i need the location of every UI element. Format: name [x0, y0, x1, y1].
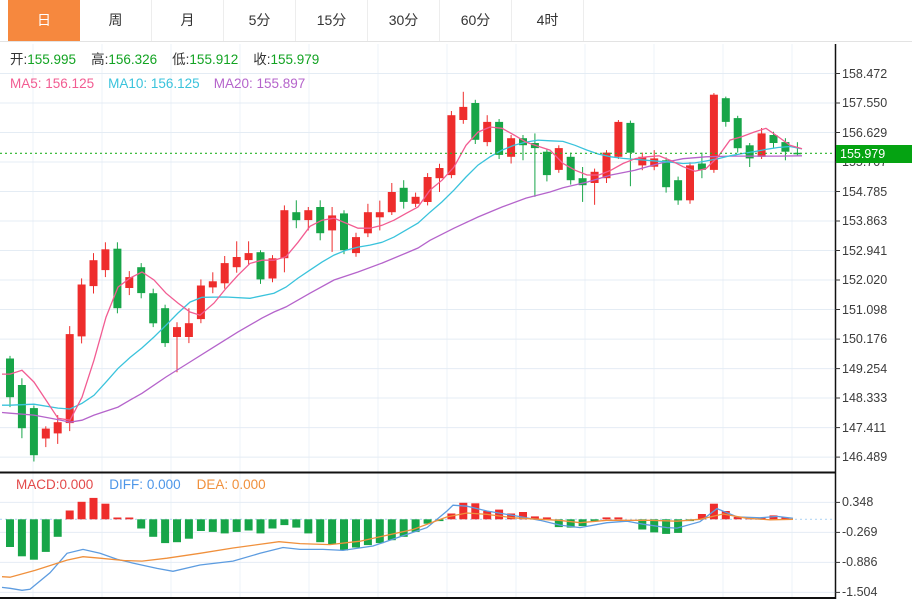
price-axis-label: 152.020 [842, 273, 888, 287]
price-axis-label: 151.098 [842, 302, 888, 317]
open-label: 开: [10, 52, 28, 67]
tab-5min[interactable]: 5分 [224, 0, 296, 41]
dea-value: 0.000 [231, 477, 266, 492]
low-value: 155.912 [189, 52, 239, 67]
macd-axis-label: -1.504 [842, 585, 878, 600]
close-label: 收: [253, 52, 271, 67]
macd-label: MACD: [16, 477, 60, 492]
price-axis-label: 157.550 [842, 96, 888, 110]
chart-stage: 开:155.995 高:156.326 低:155.912 收:155.979 … [0, 0, 912, 603]
ma20-value: 155.897 [256, 76, 306, 91]
ohlc-readout: 开:155.995 高:156.326 低:155.912 收:155.979 [10, 48, 319, 68]
price-axis-label: 156.629 [842, 125, 888, 140]
close-value: 155.979 [270, 52, 320, 67]
tab-15min[interactable]: 15分 [296, 0, 368, 41]
ma5-label: MA5: [10, 76, 42, 91]
high-label: 高: [91, 52, 109, 67]
tab-day[interactable]: 日 [8, 0, 80, 41]
ma10-value: 156.125 [150, 76, 200, 91]
low-label: 低: [172, 52, 190, 67]
tab-week[interactable]: 周 [80, 0, 152, 41]
ma20-label: MA20: [213, 76, 253, 91]
open-value: 155.995 [27, 52, 77, 67]
price-axis-label: 149.254 [842, 361, 888, 376]
ma10-label: MA10: [108, 76, 148, 91]
diff-value: 0.000 [146, 477, 181, 492]
tab-30min[interactable]: 30分 [368, 0, 440, 41]
price-axis-label: 152.941 [842, 243, 888, 258]
dea-label: DEA: [196, 477, 229, 492]
macd-axis-label: 0.348 [842, 495, 874, 510]
price-axis-label: 148.333 [842, 391, 888, 405]
price-axis-label: 158.472 [842, 66, 888, 81]
tab-60min[interactable]: 60分 [440, 0, 512, 41]
price-axis-label: 153.863 [842, 214, 888, 228]
current-price-badge: 155.979 [836, 144, 912, 163]
macd-axis-label: -0.886 [842, 555, 878, 570]
macd-axis-label: -0.269 [842, 525, 878, 540]
ma-readout: MA5: 156.125 MA10: 156.125 MA20: 155.897 [10, 76, 305, 91]
price-axis-label: 146.489 [842, 450, 888, 464]
tab-4hour[interactable]: 4时 [512, 0, 584, 41]
price-axis-label: 154.785 [842, 184, 888, 199]
diff-label: DIFF: [109, 477, 144, 492]
trading-chart-widget: 日 周 月 5分 15分 30分 60分 4时 开:155.995 高:156.… [0, 0, 912, 603]
high-value: 156.326 [108, 52, 158, 67]
ma5-value: 156.125 [45, 76, 95, 91]
price-axis-label: 147.411 [842, 420, 887, 435]
macd-value: 0.000 [59, 477, 94, 492]
price-axis-label: 150.176 [842, 332, 888, 346]
macd-readout: MACD:0.000 DIFF: 0.000 DEA: 0.000 [16, 477, 266, 492]
tab-month[interactable]: 月 [152, 0, 224, 41]
timeframe-tabbar: 日 周 月 5分 15分 30分 60分 4时 [0, 0, 912, 42]
